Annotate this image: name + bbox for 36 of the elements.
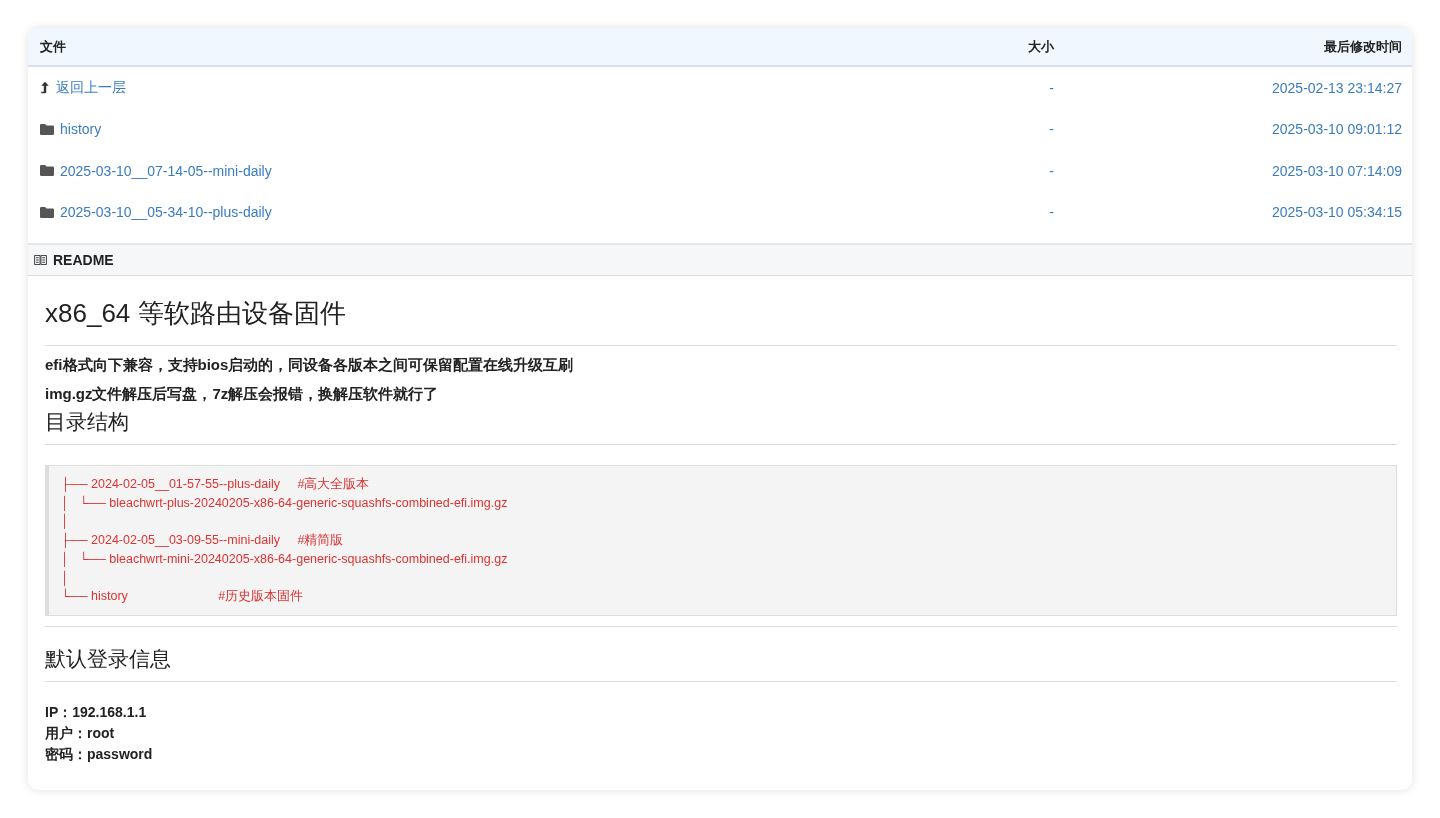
login-info-line: 用户：root [45,723,116,743]
folder-icon [40,123,54,135]
folder-link[interactable]: 2025-03-10__07-14-05--mini-daily [60,162,272,179]
up-arrow-icon [40,81,50,95]
folder-link[interactable]: 2025-03-10__05-34-10--plus-daily [60,204,272,221]
tree-line: │ [61,512,70,531]
tree-line: ├── 2024-02-05__03-09-55--mini-daily #精简版 [61,531,345,550]
readme-heading: x86_64 等软路由设备固件 [45,276,1397,346]
modified-cell-text: 2025-03-10 05:34:15 [1271,204,1402,221]
tree-line: │ └── bleachwrt-mini-20240205-x86-64-generic-squashfs-combined-efi.img.gz [61,550,509,569]
login-info-line: IP：192.168.1.1 [45,702,148,722]
login-info-line: 密码：password [45,744,154,764]
folder-link[interactable]: history [60,121,102,138]
column-header: 大小 [1027,37,1054,56]
size-cell-text: - [1048,204,1054,221]
size-cell-text: - [1048,79,1054,96]
section-heading: 默认登录信息 [45,644,1397,682]
section-heading: 目录结构 [45,408,1397,445]
column-header: 最后修改时间 [1323,37,1402,56]
tree-line: ├── 2024-02-05__01-57-55--plus-daily #高大全版本 [61,475,371,494]
book-icon [34,255,47,265]
size-cell-text: - [1048,162,1054,179]
folder-icon [40,165,54,177]
folder-link[interactable]: 返回上一层 [56,78,126,97]
readme-note: img.gz文件解压后写盘，7z解压会报错，换解压软件就行了 [45,385,440,404]
tree-line: └── history #历史版本固件 [61,587,305,606]
column-header: 文件 [40,37,67,56]
readme-title: README [53,252,114,268]
tree-line: │ [61,569,70,588]
folder-icon [40,206,54,218]
modified-cell-text: 2025-02-13 23:14:27 [1271,79,1402,96]
modified-cell-text: 2025-03-10 07:14:09 [1271,162,1402,179]
tree-line: │ └── bleachwrt-plus-20240205-x86-64-generic-squashfs-combined-efi.img.gz [61,494,509,513]
size-cell-text: - [1048,121,1054,138]
modified-cell-text: 2025-03-10 09:01:12 [1271,121,1402,138]
readme-note: efi格式向下兼容，支持bios启动的，同设备各版本之间可保留配置在线升级互刷 [45,356,575,375]
